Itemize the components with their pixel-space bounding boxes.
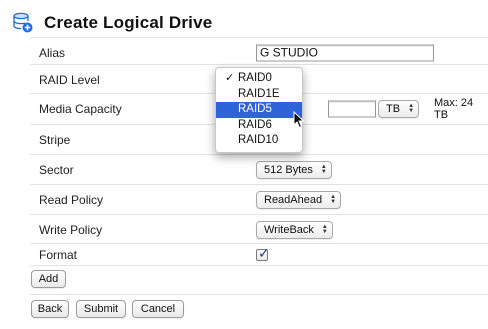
raid-level-label: RAID Level <box>39 72 100 87</box>
media-capacity-label: Media Capacity <box>39 101 122 116</box>
cancel-button[interactable]: Cancel <box>132 300 184 318</box>
dropdown-option-raid10[interactable]: RAID10 <box>216 133 302 149</box>
submit-button[interactable]: Submit <box>76 300 126 318</box>
write-policy-label: Write Policy <box>39 222 103 237</box>
option-label: RAID0 <box>238 72 272 84</box>
select-arrows-icon: ▲ ▼ <box>408 102 415 114</box>
option-label: RAID1E <box>238 87 280 100</box>
alias-input[interactable] <box>256 44 434 61</box>
read-policy-select[interactable]: ReadAhead ▲ ▼ <box>256 190 342 209</box>
dropdown-option-raid0[interactable]: ✓ RAID0 <box>216 71 302 87</box>
database-add-icon <box>13 12 33 33</box>
option-label: RAID10 <box>238 134 279 146</box>
back-button[interactable]: Back <box>31 300 69 318</box>
read-policy-value: ReadAhead <box>264 193 323 206</box>
read-policy-label: Read Policy <box>39 192 104 207</box>
max-capacity-text: Max: 24 TB <box>434 96 474 121</box>
divider <box>30 294 488 295</box>
stripe-label: Stripe <box>39 132 71 147</box>
sector-row: Sector 512 Bytes ▲ ▼ <box>30 154 488 184</box>
add-row <box>30 265 488 293</box>
write-policy-select[interactable]: WriteBack ▲ ▼ <box>256 220 333 239</box>
read-policy-row: Read Policy ReadAhead ▲ ▼ <box>30 184 488 214</box>
sector-label: Sector <box>39 162 74 177</box>
sector-value: 512 Bytes <box>264 163 313 176</box>
dropdown-option-raid6[interactable]: RAID6 <box>216 118 302 134</box>
raid-level-dropdown[interactable]: ✓ RAID0 RAID1E RAID5 RAID6 RAID10 <box>215 67 303 153</box>
select-arrows-icon: ▲ ▼ <box>330 193 337 205</box>
checkmark-icon: ✓ <box>225 72 235 84</box>
format-checkbox[interactable]: ✓ <box>256 245 270 261</box>
capacity-unit-select[interactable]: TB ▲ ▼ <box>378 99 420 118</box>
select-arrows-icon: ▲ ▼ <box>320 163 327 175</box>
add-button[interactable]: Add <box>31 270 66 288</box>
select-arrows-icon: ▲ ▼ <box>321 223 328 235</box>
dropdown-option-raid5[interactable]: RAID5 <box>216 102 302 118</box>
capacity-input[interactable] <box>328 100 376 117</box>
option-label: RAID6 <box>238 118 272 131</box>
write-policy-row: Write Policy WriteBack ▲ ▼ <box>30 214 488 244</box>
page-title: Create Logical Drive <box>44 13 213 32</box>
capacity-unit-value: TB <box>386 102 401 115</box>
format-label: Format <box>39 247 78 262</box>
alias-label: Alias <box>39 45 66 60</box>
dropdown-option-raid1e[interactable]: RAID1E <box>216 87 302 103</box>
alias-row: Alias <box>30 37 488 67</box>
format-row: Format ✓ <box>30 243 488 265</box>
write-policy-value: WriteBack <box>264 223 314 236</box>
checkmark-icon: ✓ <box>258 244 270 261</box>
page-header: Create Logical Drive <box>12 10 212 36</box>
sector-select[interactable]: 512 Bytes ▲ ▼ <box>256 160 332 179</box>
option-label: RAID5 <box>238 103 272 115</box>
mouse-pointer-icon <box>293 111 305 129</box>
